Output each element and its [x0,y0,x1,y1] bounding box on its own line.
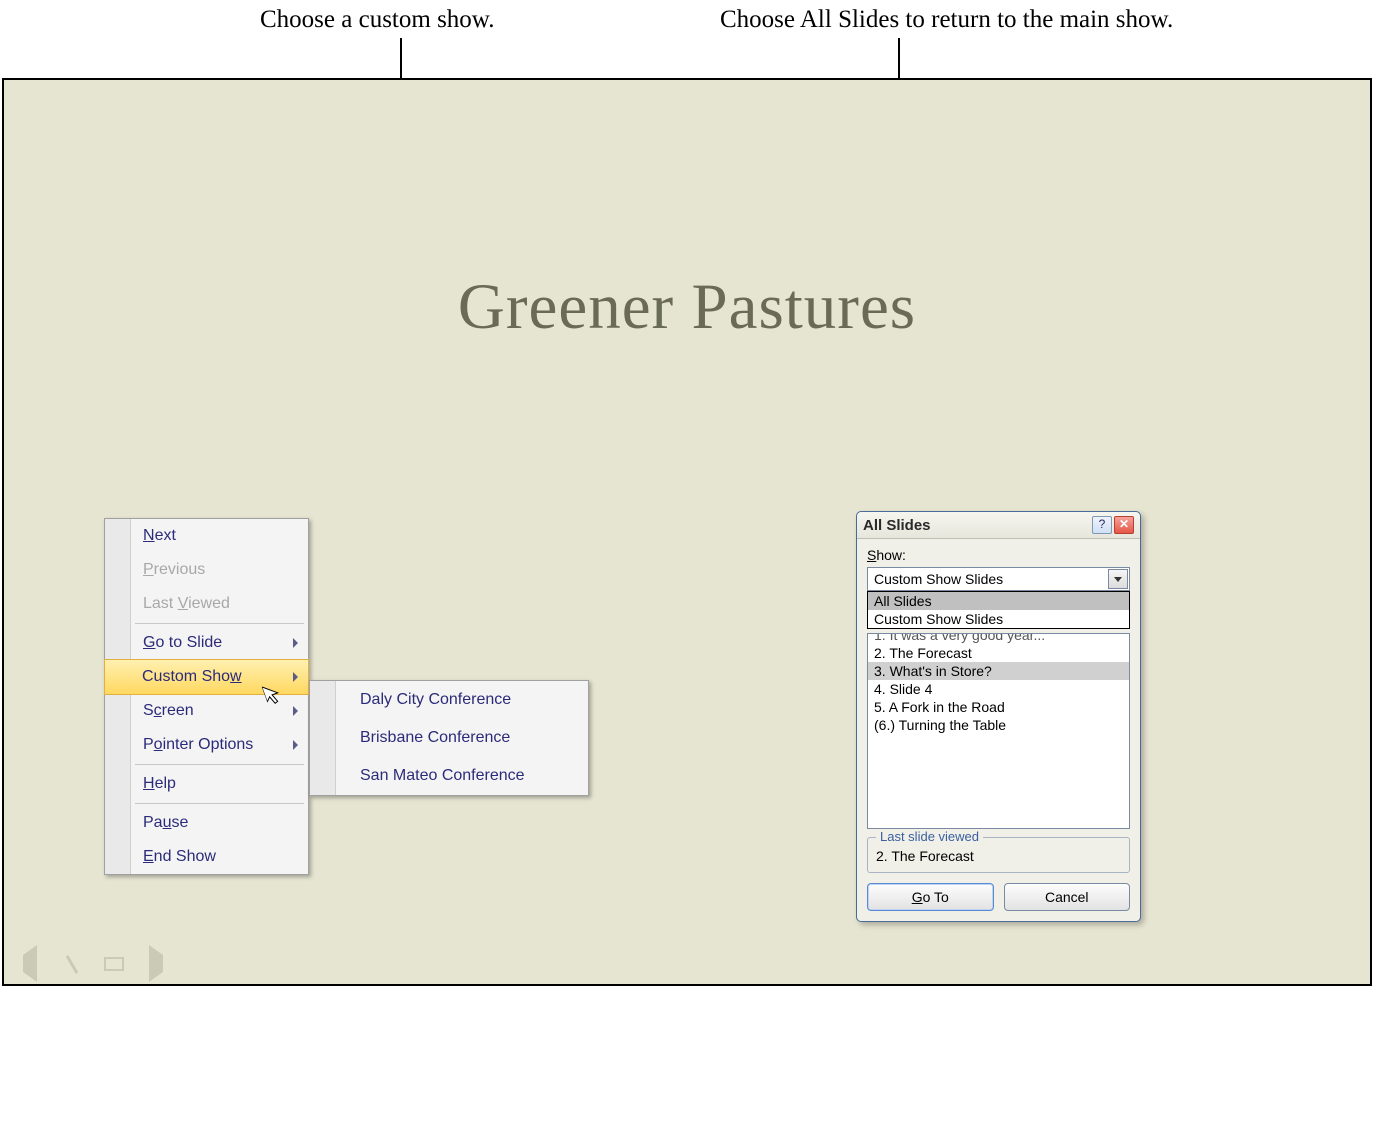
submenu-arrow-icon [293,740,298,750]
menu-item-pause[interactable]: Pause [105,806,308,840]
menu-separator [135,764,304,765]
dialog-title: All Slides [863,517,931,534]
menu-item-help[interactable]: Help [105,767,308,801]
combo-dropdown-list: All Slides Custom Show Slides [867,591,1130,629]
submenu-item-san-mateo[interactable]: San Mateo Conference [310,757,588,795]
list-item[interactable]: 5. A Fork in the Road [868,698,1129,716]
slideshow-viewport[interactable]: Greener Pastures Next Previous Last View… [2,78,1372,986]
slideshow-nav-controls [18,952,168,976]
help-button[interactable]: ? [1092,516,1112,534]
submenu-item-daly-city[interactable]: Daly City Conference [310,681,588,719]
submenu-arrow-icon [293,638,298,648]
all-slides-dialog: All Slides ? ✕ Show: Custom Show Slides … [856,511,1141,922]
menu-item-end-show[interactable]: End Show [105,840,308,874]
combo-dropdown-button[interactable] [1108,569,1128,589]
menu-item-next[interactable]: Next [105,519,308,553]
menu-item-previous: Previous [105,553,308,587]
pen-icon[interactable] [60,952,84,976]
annotation-right: Choose All Slides to return to the main … [720,6,1173,34]
close-button[interactable]: ✕ [1114,516,1134,534]
menu-item-go-to-slide[interactable]: Go to Slide [105,626,308,660]
submenu-item-brisbane[interactable]: Brisbane Conference [310,719,588,757]
menu-item-last-viewed: Last Viewed [105,587,308,621]
menu-item-custom-show[interactable]: Custom Show [104,659,309,695]
prev-slide-icon[interactable] [18,952,42,976]
last-slide-viewed-label: Last slide viewed [876,829,983,844]
dialog-titlebar[interactable]: All Slides ? ✕ [857,512,1140,539]
submenu-icon-strip [310,681,336,795]
next-slide-icon[interactable] [144,952,168,976]
menu-item-screen[interactable]: Screen [105,694,308,728]
submenu-arrow-icon [293,672,298,682]
list-item[interactable]: (6.) Turning the Table [868,716,1129,734]
last-slide-viewed-value: 2. The Forecast [876,848,1121,864]
menu-item-pointer-options[interactable]: Pointer Options [105,728,308,762]
last-slide-viewed-group: Last slide viewed 2. The Forecast [867,837,1130,873]
go-to-button[interactable]: Go To [867,883,994,911]
show-label: Show: [867,547,1130,563]
cancel-button[interactable]: Cancel [1004,883,1131,911]
slideshow-menu-icon[interactable] [102,952,126,976]
annotation-left: Choose a custom show. [260,6,494,34]
list-item[interactable]: 1. It was a very good year... [868,633,1129,644]
combo-value: Custom Show Slides [874,571,1003,587]
dropdown-item-custom-show-slides[interactable]: Custom Show Slides [868,610,1129,628]
slide-title: Greener Pastures [4,270,1370,345]
context-menu: Next Previous Last Viewed Go to Slide Cu… [104,518,309,875]
list-item[interactable]: 2. The Forecast [868,644,1129,662]
list-item[interactable]: 3. What's in Store? [868,662,1129,680]
dropdown-item-all-slides[interactable]: All Slides [868,592,1129,610]
list-item[interactable]: 4. Slide 4 [868,680,1129,698]
show-combobox[interactable]: Custom Show Slides All Slides Custom Sho… [867,567,1130,591]
custom-show-submenu: Daly City Conference Brisbane Conference… [309,680,589,796]
submenu-arrow-icon [293,706,298,716]
menu-separator [135,623,304,624]
slides-listbox[interactable]: 1. It was a very good year... 2. The For… [867,633,1130,829]
menu-separator [135,803,304,804]
